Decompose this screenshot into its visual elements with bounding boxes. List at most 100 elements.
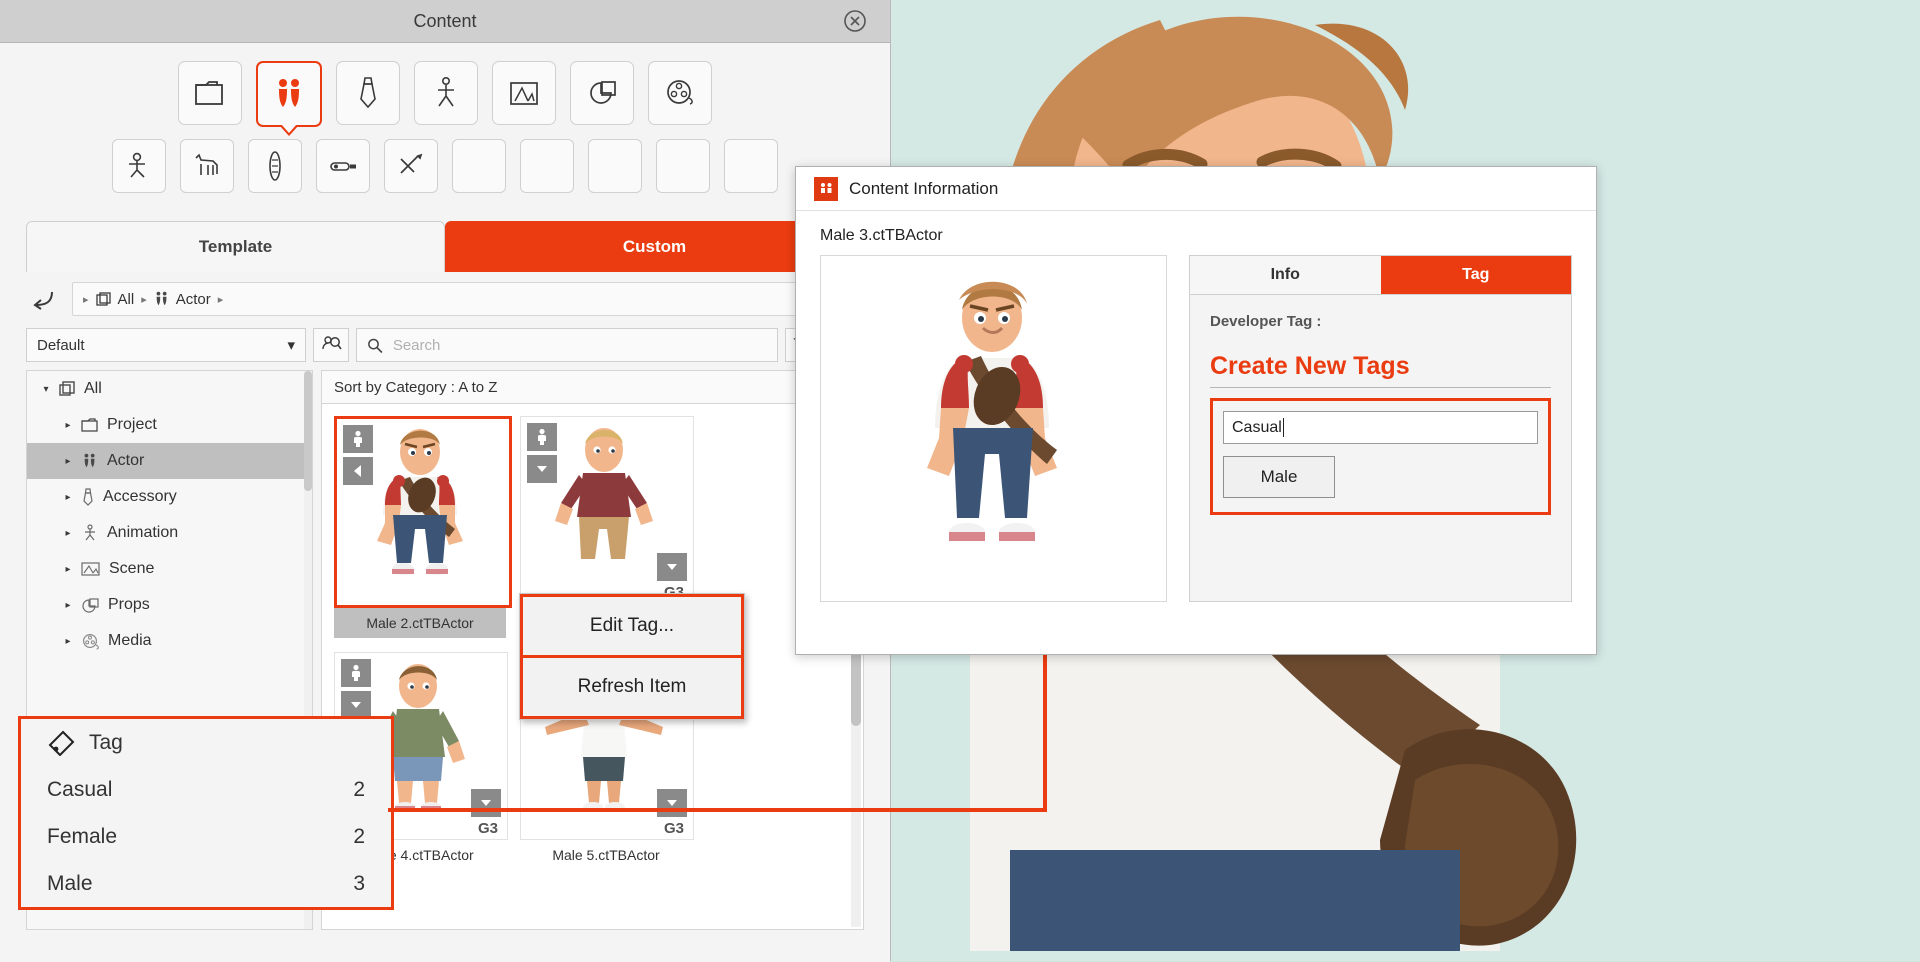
tag-editor: Casual Male xyxy=(1210,398,1551,515)
toolbar-slot-6 xyxy=(452,139,506,193)
toolbar-button-project-folder[interactable] xyxy=(178,61,242,125)
breadcrumb-item-actor[interactable]: Actor xyxy=(154,291,211,308)
content-information-title: Content Information xyxy=(849,179,998,199)
toolbar-button-actor[interactable] xyxy=(256,61,322,127)
search-input[interactable] xyxy=(391,336,767,355)
generation-dropdown-icon[interactable] xyxy=(471,789,501,817)
toolbar-slot-10 xyxy=(724,139,778,193)
breadcrumb-caret-0: ▸ xyxy=(83,293,89,306)
search-box[interactable] xyxy=(356,328,778,362)
toolbar-button-accessory[interactable] xyxy=(336,61,400,125)
tree-item-actor[interactable]: ▸ Actor xyxy=(27,443,312,479)
sort-label: Sort by Category : A to Z xyxy=(334,379,497,396)
chevron-right-icon[interactable]: ▸ xyxy=(63,420,73,431)
tree-item-project[interactable]: ▸ Project xyxy=(27,407,312,443)
tag-name-casual: Casual xyxy=(47,778,353,802)
toolbar-button-animal[interactable] xyxy=(180,139,234,193)
user-search-icon[interactable] xyxy=(313,328,349,362)
chevron-right-icon[interactable]: ▸ xyxy=(63,636,73,647)
tag-panel-header: Tag xyxy=(21,719,391,766)
existing-tag-male[interactable]: Male xyxy=(1223,456,1335,498)
tree-label-media: Media xyxy=(108,632,152,650)
actor-icon xyxy=(81,453,99,469)
toolbar-button-animation[interactable] xyxy=(414,61,478,125)
back-arrow-icon[interactable] xyxy=(26,284,60,314)
chevron-right-icon[interactable]: ▸ xyxy=(63,456,73,467)
tag-count-female: 2 xyxy=(353,825,365,849)
tag-row-female[interactable]: Female 2 xyxy=(21,813,391,860)
content-info-tab-info[interactable]: Info xyxy=(1190,256,1381,294)
chevron-right-icon[interactable]: ▸ xyxy=(63,528,73,539)
new-tag-input-value: Casual xyxy=(1232,419,1282,437)
search-icon xyxy=(367,337,383,354)
expand-collapse-icon[interactable]: ▾ xyxy=(41,384,51,395)
thumbnail-image-male-2[interactable] xyxy=(334,416,512,608)
generation-dropdown-icon[interactable] xyxy=(657,789,687,817)
tree-item-media[interactable]: ▸ Media xyxy=(27,623,312,659)
toolbar-slot-9 xyxy=(656,139,710,193)
filter-bar: Default ▾ xyxy=(0,322,890,370)
chevron-left-icon[interactable] xyxy=(343,457,373,485)
divider xyxy=(1210,387,1551,388)
breadcrumb-item-all[interactable]: All xyxy=(96,291,135,308)
toolbar-button-media[interactable] xyxy=(648,61,712,125)
tree-item-props[interactable]: ▸ Props xyxy=(27,587,312,623)
context-menu-item-edit-tag[interactable]: Edit Tag... xyxy=(520,594,744,658)
tag-panel-header-label: Tag xyxy=(89,731,365,755)
create-new-tags-heading: Create New Tags xyxy=(1210,352,1551,381)
folder-icon xyxy=(81,417,99,433)
text-caret xyxy=(1283,418,1284,437)
content-information-tag-panel: Developer Tag : Create New Tags Casual M… xyxy=(1189,295,1572,602)
content-information-tabs: Info Tag xyxy=(1189,255,1572,295)
toolbar-slot-8 xyxy=(588,139,642,193)
toolbar-button-scene[interactable] xyxy=(492,61,556,125)
chevron-right-icon[interactable]: ▸ xyxy=(63,600,73,611)
chevron-down-icon[interactable] xyxy=(341,691,371,719)
tree-label-all: All xyxy=(84,380,102,398)
thumbnail-image-male-3[interactable]: G3 xyxy=(520,416,694,604)
chevron-right-icon[interactable]: ▸ xyxy=(63,564,73,575)
person-icon[interactable] xyxy=(343,425,373,453)
breadcrumb-bar: ▸ All ▸ Actor ▸ xyxy=(0,272,890,322)
tab-template[interactable]: Template xyxy=(26,221,445,272)
content-information-titlebar: Content Information xyxy=(796,167,1596,211)
annotation-connector-horizontal xyxy=(388,808,1047,812)
sort-bar[interactable]: Sort by Category : A to Z xyxy=(321,370,864,404)
generation-label-male-5: G3 xyxy=(664,820,684,837)
new-tag-input[interactable]: Casual xyxy=(1223,411,1538,444)
chevron-down-icon[interactable] xyxy=(527,455,557,483)
content-information-asset-name: Male 3.ctTBActor xyxy=(796,211,1596,255)
tag-count-male: 3 xyxy=(353,872,365,896)
toolbar-button-bone-rig[interactable] xyxy=(248,139,302,193)
tag-row-male[interactable]: Male 3 xyxy=(21,860,391,907)
toolbar-button-character[interactable] xyxy=(112,139,166,193)
context-menu-item-refresh-item[interactable]: Refresh Item xyxy=(520,658,744,719)
preset-select-value: Default xyxy=(37,337,85,354)
asset-preview-image xyxy=(821,256,1164,599)
chevron-right-icon[interactable]: ▸ xyxy=(63,492,73,503)
thumbnail-male-2[interactable]: Male 2.ctTBActor xyxy=(334,416,506,638)
props-icon xyxy=(81,596,100,614)
preset-select[interactable]: Default ▾ xyxy=(26,328,306,362)
breadcrumb-caret-2: ▸ xyxy=(218,293,224,306)
tree-item-all[interactable]: ▾ All xyxy=(27,371,312,407)
tag-row-casual[interactable]: Casual 2 xyxy=(21,766,391,813)
tree-item-accessory[interactable]: ▸ Accessory xyxy=(27,479,312,515)
toolbar-button-prop-bar[interactable] xyxy=(316,139,370,193)
animation-icon xyxy=(81,524,99,542)
generation-dropdown-icon[interactable] xyxy=(657,553,687,581)
content-info-tab-tag[interactable]: Tag xyxy=(1381,256,1572,294)
category-toolbar xyxy=(0,43,890,211)
toolbar-button-effects[interactable] xyxy=(384,139,438,193)
content-information-right-pane: Info Tag Developer Tag : Create New Tags… xyxy=(1189,255,1572,602)
person-icon[interactable] xyxy=(341,659,371,687)
tree-scrollbar-thumb[interactable] xyxy=(304,371,312,491)
scene-icon xyxy=(81,561,101,577)
tag-count-casual: 2 xyxy=(353,778,365,802)
person-icon[interactable] xyxy=(527,423,557,451)
breadcrumb: ▸ All ▸ Actor ▸ xyxy=(72,282,864,316)
close-icon[interactable] xyxy=(842,8,868,34)
tree-item-animation[interactable]: ▸ Animation xyxy=(27,515,312,551)
toolbar-button-props[interactable] xyxy=(570,61,634,125)
tree-item-scene[interactable]: ▸ Scene xyxy=(27,551,312,587)
